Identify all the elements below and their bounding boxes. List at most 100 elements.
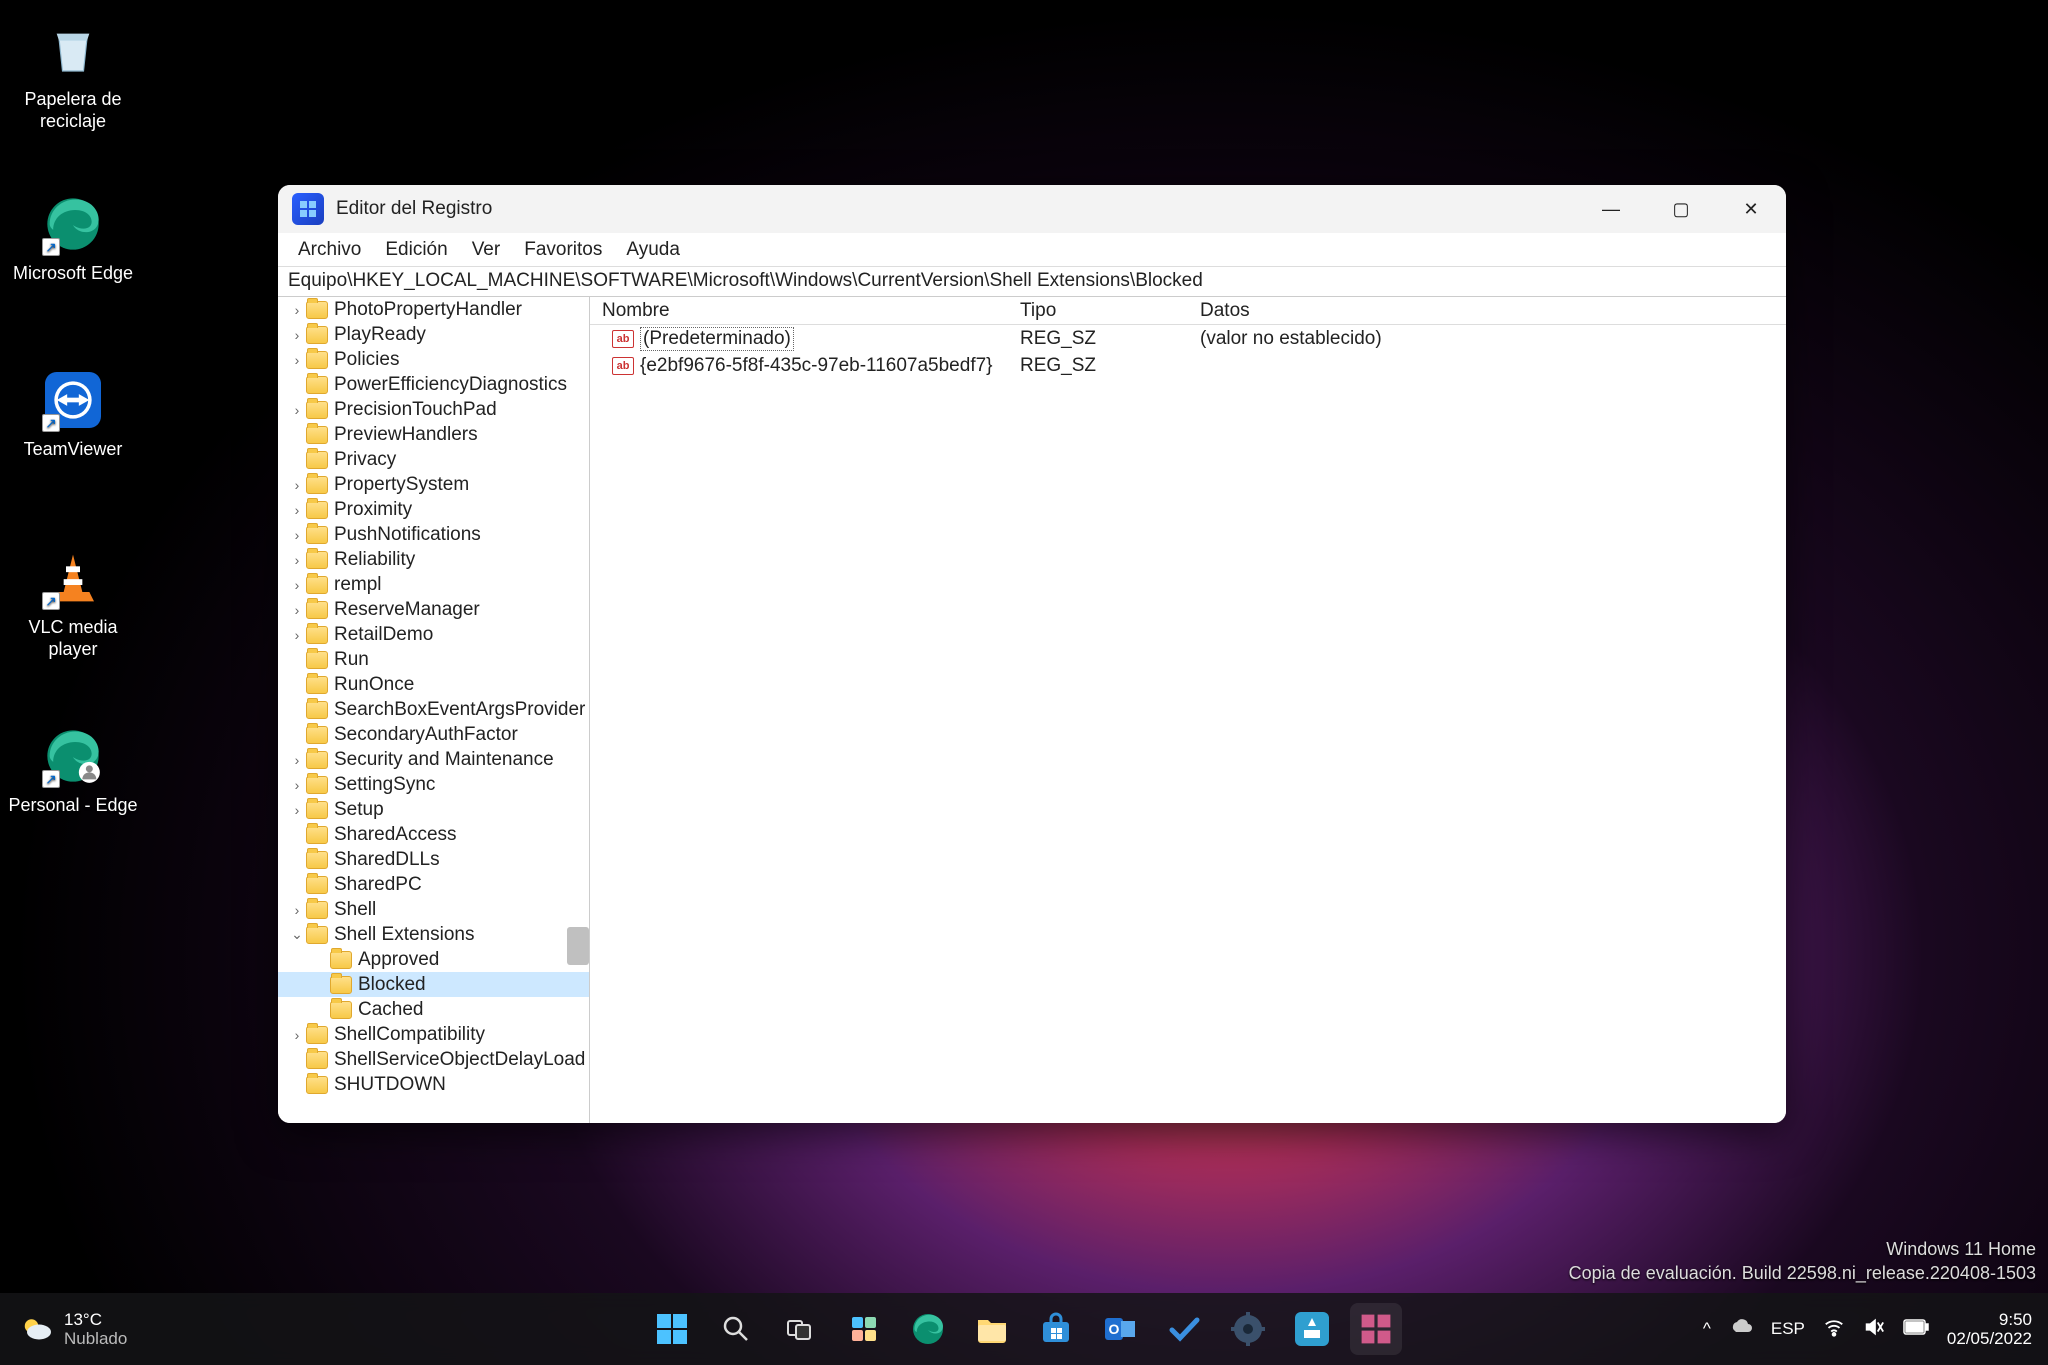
tree-item[interactable]: Run bbox=[278, 647, 589, 672]
tree-item[interactable]: ›Policies bbox=[278, 347, 589, 372]
chevron-right-icon[interactable]: › bbox=[288, 752, 306, 768]
menu-ver[interactable]: Ver bbox=[460, 235, 513, 265]
chevron-right-icon[interactable]: › bbox=[288, 352, 306, 368]
tree-item[interactable]: ›Reliability bbox=[278, 547, 589, 572]
tree-item[interactable]: ›Setup bbox=[278, 797, 589, 822]
chevron-right-icon[interactable]: › bbox=[288, 802, 306, 818]
tree-item[interactable]: SHUTDOWN bbox=[278, 1072, 589, 1097]
titlebar[interactable]: Editor del Registro — ▢ ✕ bbox=[278, 185, 1786, 233]
chevron-right-icon[interactable]: › bbox=[288, 602, 306, 618]
desktop-icon-edge-personal[interactable]: ↗ Personal - Edge bbox=[8, 724, 138, 816]
taskbar-regedit[interactable] bbox=[1350, 1303, 1402, 1355]
tree-item[interactable]: ›RetailDemo bbox=[278, 622, 589, 647]
taskbar-app1[interactable] bbox=[1286, 1303, 1338, 1355]
chevron-down-icon[interactable]: ⌄ bbox=[288, 926, 306, 943]
taskbar-clock[interactable]: 9:50 02/05/2022 bbox=[1947, 1310, 2032, 1348]
tree-item-label: PowerEfficiencyDiagnostics bbox=[334, 374, 567, 396]
taskbar-store[interactable] bbox=[1030, 1303, 1082, 1355]
folder-icon bbox=[306, 501, 328, 519]
desktop-icon-teamviewer[interactable]: ↗ TeamViewer bbox=[8, 368, 138, 460]
value-row[interactable]: ab(Predeterminado)REG_SZ(valor no establ… bbox=[590, 325, 1786, 352]
chevron-right-icon[interactable]: › bbox=[288, 777, 306, 793]
taskbar-weather[interactable]: 13°C Nublado bbox=[18, 1310, 127, 1348]
chevron-right-icon[interactable]: › bbox=[288, 527, 306, 543]
menu-edicion[interactable]: Edición bbox=[373, 235, 459, 265]
desktop-icon-vlc[interactable]: ↗ VLC media player bbox=[8, 546, 138, 660]
tree-item[interactable]: SharedDLLs bbox=[278, 847, 589, 872]
col-header-name[interactable]: Nombre bbox=[590, 300, 1020, 322]
taskbar-explorer[interactable] bbox=[966, 1303, 1018, 1355]
task-view-button[interactable] bbox=[774, 1303, 826, 1355]
tree-scrollbar-thumb[interactable] bbox=[567, 927, 589, 965]
tree-pane[interactable]: ›PhotoPropertyHandler›PlayReady›Policies… bbox=[278, 297, 590, 1123]
chevron-right-icon[interactable]: › bbox=[288, 302, 306, 318]
minimize-button[interactable]: — bbox=[1576, 185, 1646, 233]
tray-chevron-up-icon[interactable]: ^ bbox=[1703, 1319, 1711, 1339]
maximize-button[interactable]: ▢ bbox=[1646, 185, 1716, 233]
taskbar-todo[interactable] bbox=[1158, 1303, 1210, 1355]
tree-item[interactable]: RunOnce bbox=[278, 672, 589, 697]
chevron-right-icon[interactable]: › bbox=[288, 552, 306, 568]
tree-item[interactable]: ›ReserveManager bbox=[278, 597, 589, 622]
chevron-right-icon[interactable]: › bbox=[288, 627, 306, 643]
tree-item[interactable]: SecondaryAuthFactor bbox=[278, 722, 589, 747]
col-header-data[interactable]: Datos bbox=[1200, 300, 1786, 322]
tree-item[interactable]: ›PrecisionTouchPad bbox=[278, 397, 589, 422]
tree-item[interactable]: ›Proximity bbox=[278, 497, 589, 522]
start-button[interactable] bbox=[646, 1303, 698, 1355]
values-pane[interactable]: Nombre Tipo Datos ab(Predeterminado)REG_… bbox=[590, 297, 1786, 1123]
tree-item[interactable]: PreviewHandlers bbox=[278, 422, 589, 447]
folder-icon bbox=[306, 676, 328, 694]
tree-item[interactable]: ›rempl bbox=[278, 572, 589, 597]
tree-item[interactable]: PowerEfficiencyDiagnostics bbox=[278, 372, 589, 397]
tray-battery-icon[interactable] bbox=[1903, 1319, 1929, 1340]
tree-item[interactable]: ›Security and Maintenance bbox=[278, 747, 589, 772]
value-row[interactable]: ab{e2bf9676-5f8f-435c-97eb-11607a5bedf7}… bbox=[590, 352, 1786, 379]
desktop-icon-edge[interactable]: ↗ Microsoft Edge bbox=[8, 192, 138, 284]
chevron-right-icon[interactable]: › bbox=[288, 327, 306, 343]
chevron-right-icon[interactable]: › bbox=[288, 902, 306, 918]
tree-item[interactable]: ›PhotoPropertyHandler bbox=[278, 297, 589, 322]
tree-item[interactable]: ›PushNotifications bbox=[278, 522, 589, 547]
tree-item[interactable]: ›PropertySystem bbox=[278, 472, 589, 497]
tree-item[interactable]: Cached bbox=[278, 997, 589, 1022]
tree-item-label: PreviewHandlers bbox=[334, 424, 478, 446]
menu-archivo[interactable]: Archivo bbox=[286, 235, 373, 265]
string-value-icon: ab bbox=[612, 357, 634, 375]
tree-item[interactable]: SearchBoxEventArgsProvider bbox=[278, 697, 589, 722]
chevron-right-icon[interactable]: › bbox=[288, 402, 306, 418]
tree-item[interactable]: ›SettingSync bbox=[278, 772, 589, 797]
tray-wifi-icon[interactable] bbox=[1823, 1316, 1845, 1343]
chevron-right-icon[interactable]: › bbox=[288, 577, 306, 593]
widgets-button[interactable] bbox=[838, 1303, 890, 1355]
chevron-right-icon[interactable]: › bbox=[288, 477, 306, 493]
chevron-right-icon[interactable]: › bbox=[288, 502, 306, 518]
tree-item[interactable]: SharedAccess bbox=[278, 822, 589, 847]
tree-item[interactable]: Approved bbox=[278, 947, 589, 972]
list-header[interactable]: Nombre Tipo Datos bbox=[590, 297, 1786, 325]
menu-ayuda[interactable]: Ayuda bbox=[614, 235, 692, 265]
menu-favoritos[interactable]: Favoritos bbox=[512, 235, 614, 265]
tree-item[interactable]: Privacy bbox=[278, 447, 589, 472]
search-button[interactable] bbox=[710, 1303, 762, 1355]
shortcut-arrow-icon: ↗ bbox=[42, 414, 60, 432]
tree-item[interactable]: ›Shell bbox=[278, 897, 589, 922]
tree-item[interactable]: ⌄Shell Extensions bbox=[278, 922, 589, 947]
tree-item[interactable]: ShellServiceObjectDelayLoad bbox=[278, 1047, 589, 1072]
tray-language[interactable]: ESP bbox=[1771, 1319, 1805, 1339]
tree-item[interactable]: ›PlayReady bbox=[278, 322, 589, 347]
address-bar[interactable]: Equipo\HKEY_LOCAL_MACHINE\SOFTWARE\Micro… bbox=[278, 267, 1786, 297]
tray-volume-icon[interactable] bbox=[1863, 1316, 1885, 1343]
taskbar-edge[interactable] bbox=[902, 1303, 954, 1355]
col-header-type[interactable]: Tipo bbox=[1020, 300, 1200, 322]
tree-item[interactable]: Blocked bbox=[278, 972, 589, 997]
tray-onedrive-icon[interactable] bbox=[1729, 1315, 1753, 1344]
close-button[interactable]: ✕ bbox=[1716, 185, 1786, 233]
tree-item[interactable]: SharedPC bbox=[278, 872, 589, 897]
taskbar-outlook[interactable]: O bbox=[1094, 1303, 1146, 1355]
chevron-right-icon[interactable]: › bbox=[288, 1027, 306, 1043]
desktop-icon-recycle-bin[interactable]: Papelera de reciclaje bbox=[8, 18, 138, 132]
folder-icon bbox=[306, 351, 328, 369]
tree-item[interactable]: ›ShellCompatibility bbox=[278, 1022, 589, 1047]
taskbar-settings[interactable] bbox=[1222, 1303, 1274, 1355]
